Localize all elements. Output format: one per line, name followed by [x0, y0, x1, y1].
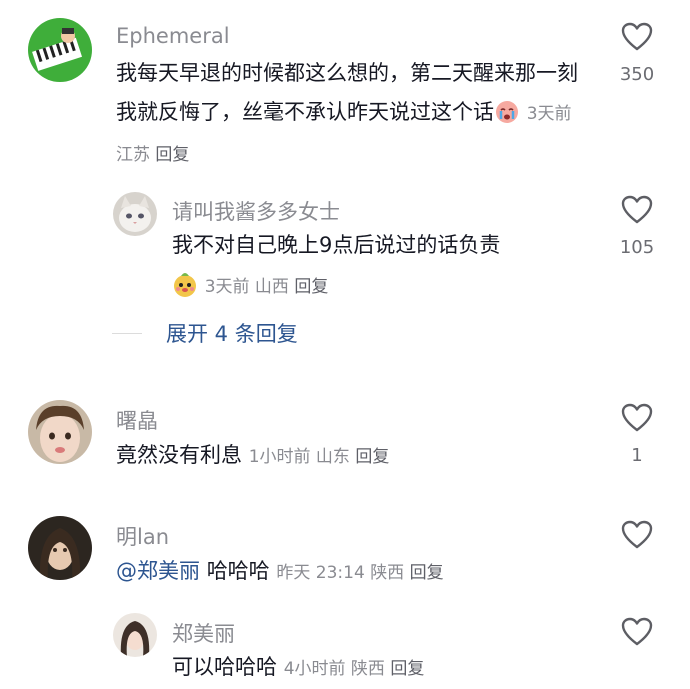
- like-button[interactable]: 350: [612, 22, 662, 85]
- reply-meta: 3天前 山西 回复: [205, 277, 329, 297]
- reply-button[interactable]: 回复: [294, 277, 328, 297]
- like-button[interactable]: [612, 617, 662, 659]
- username[interactable]: 郑美丽: [172, 618, 235, 648]
- avatar[interactable]: [28, 400, 92, 464]
- reply-location: 山西: [254, 277, 289, 297]
- avatar[interactable]: [113, 192, 157, 236]
- reply-body: 可以哈哈哈: [172, 655, 277, 679]
- reply-time: 3天前: [204, 277, 250, 297]
- heart-icon: [621, 22, 653, 51]
- expand-replies-label: 展开 4 条回复: [166, 322, 298, 346]
- like-button[interactable]: 1: [612, 403, 662, 466]
- reply-location: 陕西: [350, 659, 385, 679]
- like-button[interactable]: [612, 520, 662, 562]
- comment-meta: 1小时前 山东 回复: [249, 447, 390, 467]
- comment-time: 3天前: [526, 104, 572, 124]
- reply-button[interactable]: 回复: [155, 145, 189, 165]
- avatar[interactable]: [28, 18, 92, 82]
- like-count: 105: [619, 237, 655, 258]
- reply-button[interactable]: 回复: [355, 447, 389, 467]
- reply-text: 我不对自己晚上9点后说过的话负责: [172, 226, 582, 265]
- username[interactable]: 明lan: [116, 521, 169, 551]
- avatar[interactable]: [113, 613, 157, 657]
- heart-icon: [621, 617, 653, 646]
- comment-location: 山东: [315, 447, 350, 467]
- comment-text: 我每天早退的时候都这么想的，第二天醒来那一刻我就反悔了，丝毫不承认昨天说过这个话…: [116, 54, 586, 175]
- comment-location: 江苏: [116, 145, 150, 165]
- comment-body: 哈哈哈: [206, 559, 270, 583]
- like-button[interactable]: 105: [612, 195, 662, 258]
- comment-text: 竟然没有利息 1小时前 山东 回复: [116, 436, 586, 477]
- heart-icon: [621, 403, 653, 432]
- reply-button[interactable]: 回复: [410, 563, 444, 583]
- mention-link[interactable]: @郑美丽: [116, 559, 200, 583]
- expand-replies-button[interactable]: 展开 4 条回复: [112, 318, 298, 348]
- username[interactable]: 请叫我酱多多女士: [172, 196, 340, 226]
- heart-icon: [621, 520, 653, 549]
- comment-time: 1小时前: [248, 447, 311, 467]
- reply-meta: 4小时前 陕西 回复: [284, 659, 425, 679]
- reply-time: 4小时前: [283, 659, 346, 679]
- heart-icon: [621, 195, 653, 224]
- divider-line: [112, 332, 142, 334]
- reply-button[interactable]: 回复: [390, 659, 424, 679]
- avatar[interactable]: [28, 516, 92, 580]
- like-count: 350: [619, 64, 655, 85]
- comment-time: 昨天 23:14: [276, 563, 365, 583]
- comment-meta: 昨天 23:14 陕西 回复: [276, 563, 443, 583]
- like-count: 1: [631, 445, 643, 466]
- username[interactable]: Ephemeral: [116, 24, 230, 48]
- reply-meta-line: 3天前 山西 回复: [172, 266, 582, 307]
- comment-location: 陕西: [370, 563, 405, 583]
- reply-body: 我不对自己晚上9点后说过的话负责: [172, 233, 501, 257]
- reply-text: 可以哈哈哈 4小时前 陕西 回复: [172, 648, 582, 689]
- username[interactable]: 曙皛: [116, 405, 158, 435]
- cute-animal-face-icon: [172, 271, 198, 297]
- comment-body: 竟然没有利息: [116, 443, 242, 467]
- crying-face-icon: [494, 98, 520, 124]
- comment-text: @郑美丽 哈哈哈 昨天 23:14 陕西 回复: [116, 552, 586, 593]
